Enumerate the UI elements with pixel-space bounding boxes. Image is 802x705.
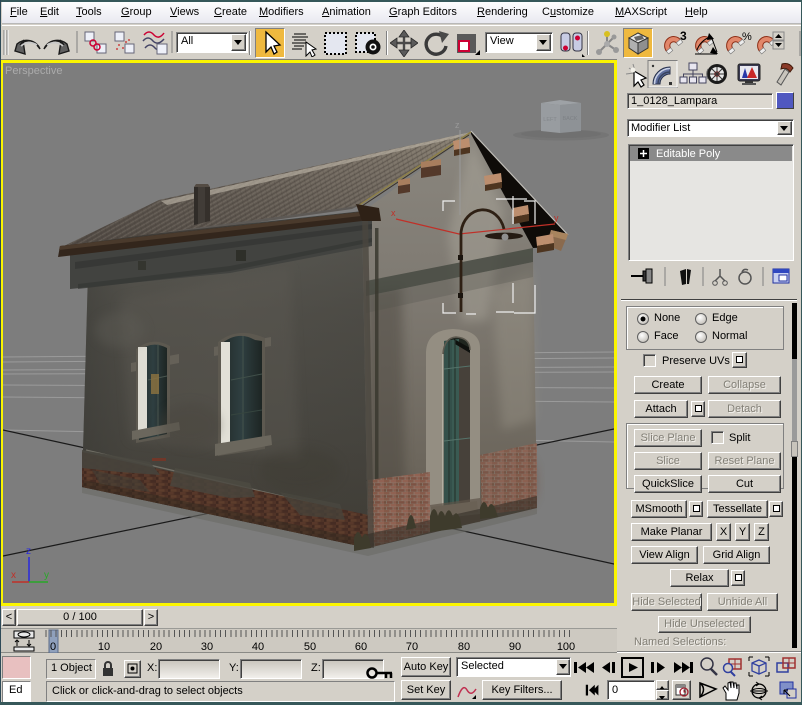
svg-text:90: 90 xyxy=(509,641,521,653)
svg-text:50: 50 xyxy=(304,641,316,653)
svg-text:60: 60 xyxy=(355,641,367,653)
svg-text:x: x xyxy=(391,208,396,218)
svg-text:20: 20 xyxy=(150,641,162,653)
svg-text:0: 0 xyxy=(50,641,56,653)
svg-text:70: 70 xyxy=(406,641,418,653)
svg-text:z: z xyxy=(455,120,460,130)
svg-text:LEFT: LEFT xyxy=(543,117,557,123)
svg-text:3: 3 xyxy=(680,29,687,43)
svg-text:x: x xyxy=(11,570,16,581)
svg-text:y: y xyxy=(554,213,559,223)
svg-text:%: % xyxy=(742,31,752,43)
svg-text:100: 100 xyxy=(557,641,575,653)
svg-text:30: 30 xyxy=(201,641,213,653)
svg-text:80: 80 xyxy=(458,641,470,653)
svg-text:z: z xyxy=(26,546,31,557)
svg-text:y: y xyxy=(44,570,49,581)
svg-text:10: 10 xyxy=(98,641,110,653)
svg-text:40: 40 xyxy=(252,641,264,653)
svg-text:BACK: BACK xyxy=(563,116,578,122)
